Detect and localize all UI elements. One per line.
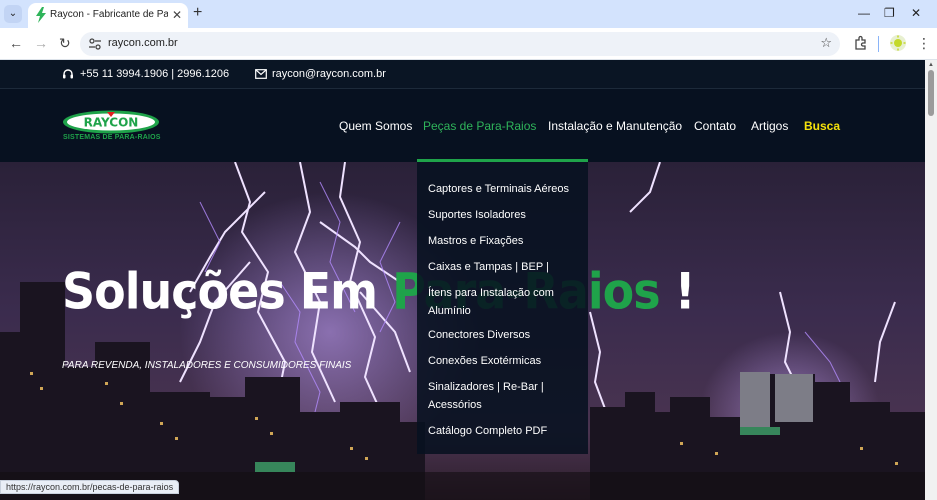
scrollbar-thumb[interactable] [928,70,934,116]
close-tab-icon[interactable]: ✕ [172,8,182,22]
nav-artigos[interactable]: Artigos [751,119,788,133]
contact-bar: +55 11 3994.1906 | 2996.1206 raycon@rayc… [0,60,925,89]
headset-icon [63,69,73,79]
email-link[interactable]: raycon@raycon.com.br [272,68,386,80]
pecas-dropdown-menu: Captores e Terminais Aéreos Suportes Iso… [417,162,588,454]
scroll-up-arrow-icon[interactable]: ▲ [928,62,934,68]
website-viewport: +55 11 3994.1906 | 2996.1206 raycon@rayc… [0,60,925,500]
toolbar-separator [878,36,879,52]
nav-busca[interactable]: Busca [804,119,840,133]
phone-numbers[interactable]: +55 11 3994.1906 | 2996.1206 [80,68,229,80]
dropdown-item-captores[interactable]: Captores e Terminais Aéreos [428,180,583,198]
profile-avatar-icon[interactable] [889,34,907,52]
back-arrow-icon[interactable]: ← [9,34,23,52]
browser-menu-icon[interactable]: ⋮ [917,35,931,51]
dropdown-item-suportes[interactable]: Suportes Isoladores [428,206,583,224]
hero-title-prefix: Soluções Em [62,262,393,321]
restore-icon[interactable]: ❐ [884,5,895,21]
tab-title: Raycon - Fabricante de Para-Raios [50,9,168,20]
site-info-icon[interactable] [88,37,102,51]
dropdown-item-aluminio[interactable]: Ítens para Instalação com Alumínio [428,284,583,320]
lightning-favicon-icon [36,7,46,23]
nav-pecas-de-para-raios[interactable]: Peças de Para-Raios [423,119,536,133]
dropdown-item-exotermicas[interactable]: Conexões Exotérmicas [428,352,583,370]
hero-title-suffix: ! [659,262,696,321]
address-bar[interactable]: raycon.com.br ☆ [80,32,840,56]
dropdown-item-caixas[interactable]: Caixas e Tampas | BEP | [428,258,583,276]
site-header: RAYCON SISTEMAS DE PARA-RAIOS Quem Somos… [0,89,925,162]
svg-text:RAYCON: RAYCON [84,116,139,130]
minimize-icon[interactable]: — [858,5,870,21]
hero-title: Soluções Em Para-Raios ! [62,262,696,321]
link-status-bar: https://raycon.com.br/pecas-de-para-raio… [0,480,180,494]
reload-icon[interactable]: ↻ [59,34,71,52]
page-scrollbar[interactable]: ▲ [925,60,937,500]
browser-tab-strip: ⌄ Raycon - Fabricante de Para-Raios ✕ + … [0,0,937,28]
hero-subtitle: PARA REVENDA, INSTALADORES E CONSUMIDORE… [62,360,352,371]
close-window-icon[interactable]: ✕ [911,5,921,21]
browser-toolbar: ← → ↻ raycon.com.br ☆ ⋮ [0,28,937,60]
new-tab-button[interactable]: + [193,4,202,22]
nav-instalacao-e-manutencao[interactable]: Instalação e Manutenção [548,119,682,133]
nav-quem-somos[interactable]: Quem Somos [339,119,412,133]
forward-arrow-icon[interactable]: → [34,34,48,52]
envelope-icon [255,69,267,79]
dropdown-item-sinalizadores[interactable]: Sinalizadores | Re-Bar | Acessórios [428,378,583,414]
dropdown-item-conectores[interactable]: Conectores Diversos [428,326,583,344]
browser-tab[interactable]: Raycon - Fabricante de Para-Raios ✕ [28,3,188,28]
url-text: raycon.com.br [108,37,178,49]
dropdown-item-mastros[interactable]: Mastros e Fixações [428,232,583,250]
logo-tagline: SISTEMAS DE PARA-RAIOS [63,134,161,141]
extensions-icon[interactable] [853,35,869,51]
tab-search-button[interactable]: ⌄ [4,5,22,23]
nav-contato[interactable]: Contato [694,119,736,133]
bookmark-star-icon[interactable]: ☆ [820,35,832,51]
dropdown-item-catalogo[interactable]: Catálogo Completo PDF [428,422,583,440]
